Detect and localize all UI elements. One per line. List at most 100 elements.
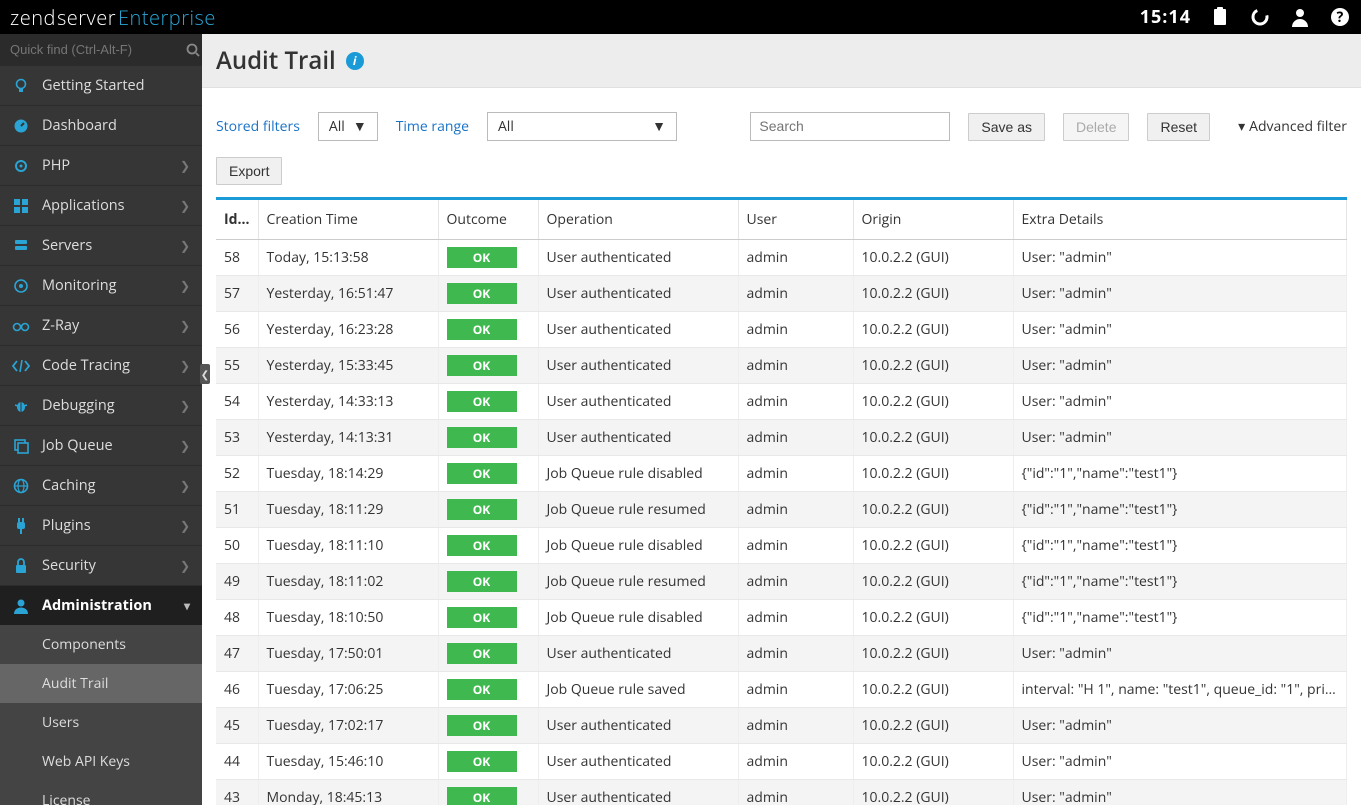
cell-operation: Job Queue rule saved	[538, 672, 738, 708]
col-header[interactable]: Outcome	[438, 200, 538, 240]
user-icon[interactable]	[1289, 6, 1311, 28]
sidebar-item-servers[interactable]: Servers❯	[0, 225, 202, 265]
table-row[interactable]: 54Yesterday, 14:33:13OKUser authenticate…	[216, 384, 1347, 420]
cell-extra: User: "admin"	[1013, 312, 1347, 348]
chevron-right-icon: ❯	[180, 437, 190, 454]
sidebar-item-security[interactable]: Security❯	[0, 545, 202, 585]
col-header[interactable]: Extra Details	[1013, 200, 1347, 240]
sidebar-item-dashboard[interactable]: Dashboard	[0, 105, 202, 145]
collapse-sidebar[interactable]: ❮	[200, 364, 210, 384]
cell-user: admin	[738, 456, 853, 492]
sidebar-item-label: Job Queue	[42, 436, 113, 455]
search-input[interactable]	[759, 118, 941, 134]
spinner-icon[interactable]	[1249, 6, 1271, 28]
time-range-value: All	[498, 117, 514, 136]
cell-time: Tuesday, 17:02:17	[258, 708, 438, 744]
sidebar-item-administration[interactable]: Administration▾	[0, 585, 202, 625]
export-button[interactable]: Export	[216, 157, 282, 185]
reset-button[interactable]: Reset	[1147, 113, 1210, 141]
cell-time: Tuesday, 18:11:02	[258, 564, 438, 600]
status-badge: OK	[447, 499, 517, 520]
help-icon[interactable]: ?	[1329, 6, 1351, 28]
col-header[interactable]: User	[738, 200, 853, 240]
col-header[interactable]: Creation Time	[258, 200, 438, 240]
table-row[interactable]: 56Yesterday, 16:23:28OKUser authenticate…	[216, 312, 1347, 348]
cell-time: Tuesday, 18:10:50	[258, 600, 438, 636]
cell-time: Tuesday, 17:06:25	[258, 672, 438, 708]
cell-operation: User authenticated	[538, 744, 738, 780]
table-row[interactable]: 49Tuesday, 18:11:02OKJob Queue rule resu…	[216, 564, 1347, 600]
sidebar-item-label: PHP	[42, 156, 70, 175]
sidebar-item-code-tracing[interactable]: Code Tracing❯	[0, 345, 202, 385]
subnav-item-license[interactable]: License	[0, 781, 202, 805]
subnav-item-components[interactable]: Components	[0, 625, 202, 664]
delete-button[interactable]: Delete	[1063, 113, 1129, 141]
sidebar-item-php[interactable]: PHP❯	[0, 145, 202, 185]
table-row[interactable]: 48Tuesday, 18:10:50OKJob Queue rule disa…	[216, 600, 1347, 636]
apps-icon	[12, 198, 30, 214]
cell-outcome: OK	[438, 384, 538, 420]
cell-operation: Job Queue rule disabled	[538, 456, 738, 492]
cell-origin: 10.0.2.2 (GUI)	[853, 384, 1013, 420]
table-row[interactable]: 58Today, 15:13:58OKUser authenticatedadm…	[216, 240, 1347, 276]
cell-operation: User authenticated	[538, 240, 738, 276]
search-icon[interactable]	[186, 43, 200, 57]
quick-find[interactable]	[0, 34, 202, 65]
cell-id: 46	[216, 672, 258, 708]
table-row[interactable]: 55Yesterday, 15:33:45OKUser authenticate…	[216, 348, 1347, 384]
table-row[interactable]: 46Tuesday, 17:06:25OKJob Queue rule save…	[216, 672, 1347, 708]
sidebar-item-monitoring[interactable]: Monitoring❯	[0, 265, 202, 305]
col-header[interactable]: Origin	[853, 200, 1013, 240]
search-box[interactable]	[750, 112, 950, 141]
audit-table: Id…Creation TimeOutcomeOperationUserOrig…	[216, 200, 1347, 805]
cell-outcome: OK	[438, 276, 538, 312]
table-row[interactable]: 57Yesterday, 16:51:47OKUser authenticate…	[216, 276, 1347, 312]
subnav-item-audit-trail[interactable]: Audit Trail	[0, 664, 202, 703]
cell-id: 49	[216, 564, 258, 600]
cell-time: Tuesday, 17:50:01	[258, 636, 438, 672]
clipboard-icon[interactable]	[1209, 6, 1231, 28]
sidebar-item-z-ray[interactable]: Z-Ray❯	[0, 305, 202, 345]
cell-time: Monday, 18:45:13	[258, 780, 438, 805]
chevron-right-icon: ❯	[180, 397, 190, 414]
table-row[interactable]: 44Tuesday, 15:46:10OKUser authenticateda…	[216, 744, 1347, 780]
sidebar-item-plugins[interactable]: Plugins❯	[0, 505, 202, 545]
col-header[interactable]: Operation	[538, 200, 738, 240]
table-row[interactable]: 52Tuesday, 18:14:29OKJob Queue rule disa…	[216, 456, 1347, 492]
cell-operation: User authenticated	[538, 780, 738, 805]
cell-id: 43	[216, 780, 258, 805]
brand-server: server	[57, 4, 116, 31]
table-row[interactable]: 45Tuesday, 17:02:17OKUser authenticateda…	[216, 708, 1347, 744]
status-badge: OK	[447, 751, 517, 772]
table-row[interactable]: 53Yesterday, 14:13:31OKUser authenticate…	[216, 420, 1347, 456]
sidebar-item-job-queue[interactable]: Job Queue ❯	[0, 425, 202, 465]
sidebar-item-label: Debugging	[42, 396, 115, 415]
stored-filters-label: Stored filters	[216, 117, 300, 136]
subnav-item-web-api-keys[interactable]: Web API Keys	[0, 742, 202, 781]
save-as-button[interactable]: Save as	[968, 113, 1045, 141]
table-wrap[interactable]: Id…Creation TimeOutcomeOperationUserOrig…	[216, 197, 1347, 805]
info-icon[interactable]: i	[346, 52, 364, 70]
sidebar-item-getting-started[interactable]: Getting Started	[0, 65, 202, 105]
cell-outcome: OK	[438, 636, 538, 672]
cell-origin: 10.0.2.2 (GUI)	[853, 780, 1013, 805]
table-row[interactable]: 47Tuesday, 17:50:01OKUser authenticateda…	[216, 636, 1347, 672]
sidebar-item-applications[interactable]: Applications❯	[0, 185, 202, 225]
table-row[interactable]: 50Tuesday, 18:11:10OKJob Queue rule disa…	[216, 528, 1347, 564]
clock: 15:14	[1140, 5, 1191, 29]
sidebar-item-debugging[interactable]: Debugging ❯	[0, 385, 202, 425]
subnav-item-users[interactable]: Users	[0, 703, 202, 742]
table-row[interactable]: 43Monday, 18:45:13OKUser authenticatedad…	[216, 780, 1347, 805]
time-range-select[interactable]: All ▼	[487, 112, 677, 141]
sidebar-item-caching[interactable]: Caching❯	[0, 465, 202, 505]
col-header[interactable]: Id…	[216, 200, 258, 240]
quick-find-input[interactable]	[10, 42, 186, 57]
brand-zend: zend	[10, 4, 56, 31]
status-badge: OK	[447, 319, 517, 340]
table-row[interactable]: 51Tuesday, 18:11:29OKJob Queue rule resu…	[216, 492, 1347, 528]
advanced-filter[interactable]: ▾ Advanced filter	[1238, 117, 1347, 136]
cell-user: admin	[738, 240, 853, 276]
cell-time: Yesterday, 14:13:31	[258, 420, 438, 456]
advanced-filter-label: Advanced filter	[1249, 117, 1347, 136]
stored-filters-select[interactable]: All ▼	[318, 112, 378, 141]
